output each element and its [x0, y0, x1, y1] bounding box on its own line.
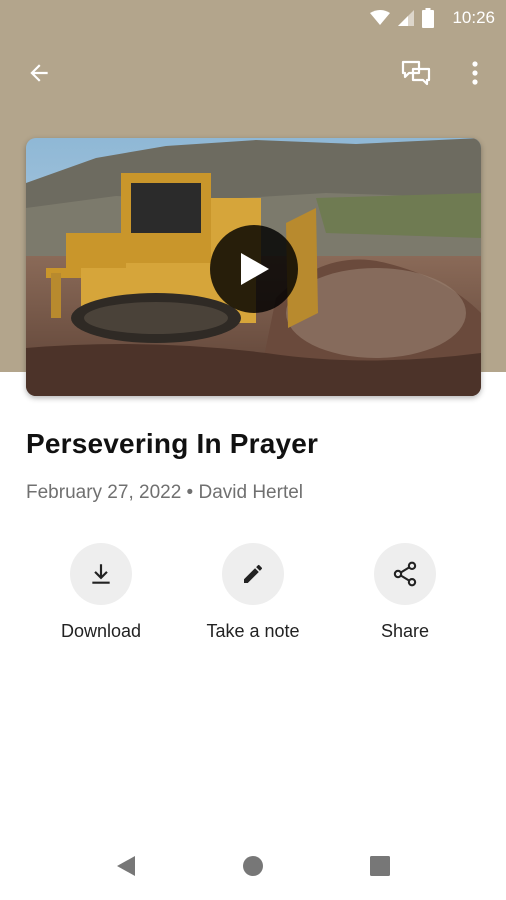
download-button[interactable] — [70, 543, 132, 605]
system-nav-bar — [0, 830, 506, 900]
nav-home-icon — [243, 856, 263, 876]
cell-signal-icon — [398, 10, 414, 26]
play-icon — [241, 253, 269, 285]
download-action[interactable]: Download — [21, 543, 181, 642]
battery-icon — [422, 8, 434, 28]
take-note-action[interactable]: Take a note — [173, 543, 333, 642]
video-thumbnail[interactable] — [26, 138, 481, 396]
status-icons — [370, 8, 434, 28]
chat-icon — [401, 60, 431, 86]
nav-back-icon — [117, 856, 135, 876]
nav-recents-icon — [370, 856, 390, 876]
share-action[interactable]: Share — [325, 543, 485, 642]
sermon-speaker: David Hertel — [198, 482, 304, 503]
download-label: Download — [60, 621, 142, 641]
comments-button[interactable] — [399, 56, 433, 90]
sermon-title: Persevering In Prayer — [26, 428, 319, 459]
wifi-icon — [370, 10, 390, 25]
take-note-label: Take a note — [206, 621, 300, 641]
play-button[interactable] — [210, 225, 298, 313]
share-label: Share — [380, 621, 430, 641]
more-options-button[interactable] — [458, 56, 492, 90]
sermon-date: February 27, 2022 — [26, 482, 182, 503]
take-note-button[interactable] — [222, 543, 284, 605]
nav-home-button[interactable] — [241, 854, 265, 878]
download-icon — [92, 564, 110, 584]
meta-separator: • — [181, 482, 199, 503]
more-vert-icon — [472, 61, 478, 85]
status-bar: 10:26 — [0, 0, 506, 36]
nav-back-button[interactable] — [114, 854, 138, 878]
nav-recents-button[interactable] — [368, 854, 392, 878]
arrow-back-icon — [30, 64, 48, 82]
pencil-icon — [244, 564, 263, 583]
share-icon — [393, 561, 417, 587]
share-button[interactable] — [374, 543, 436, 605]
app-bar — [0, 44, 506, 102]
back-button[interactable] — [22, 56, 56, 90]
sermon-meta: February 27, 2022 • David Hertel — [26, 482, 303, 504]
status-time: 10:26 — [452, 8, 495, 27]
